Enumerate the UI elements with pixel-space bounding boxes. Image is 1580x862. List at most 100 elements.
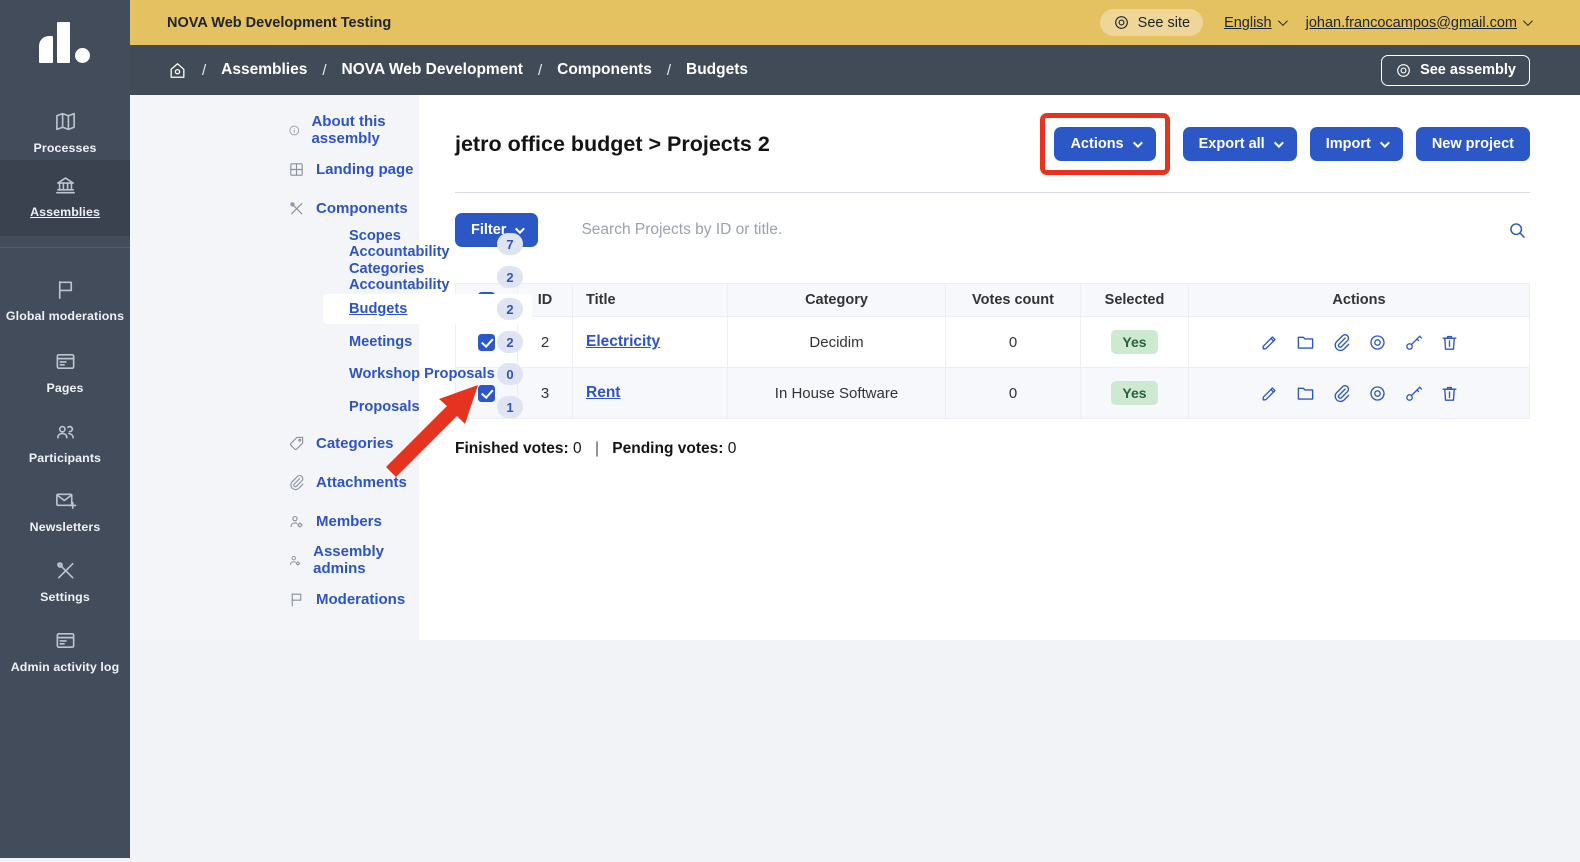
eye-icon (1113, 14, 1130, 31)
actions-label: Actions (1070, 136, 1123, 152)
attachment-icon[interactable] (1332, 333, 1351, 352)
menu-item-label: Proposals (349, 399, 420, 415)
sidebar-item-global-moderations[interactable]: Global moderations (0, 268, 130, 334)
selected-badge: Yes (1111, 330, 1157, 354)
new-project-button[interactable]: New project (1416, 127, 1530, 161)
header-actions: Actions (1189, 284, 1530, 317)
sidebar-item-admin-activity-log[interactable]: Admin activity log (0, 619, 130, 685)
row-votes-count: 0 (946, 368, 1081, 419)
search-icon (1507, 220, 1528, 241)
attachment-icon[interactable] (1332, 384, 1351, 403)
user-gear-icon (288, 513, 305, 530)
votes-summary: Finished votes: 0 | Pending votes: 0 (455, 440, 1530, 458)
divider (455, 192, 1530, 193)
menu-item-components[interactable]: Components (288, 195, 408, 221)
breadcrumb-item-assembly[interactable]: NOVA Web Development (342, 61, 523, 79)
home-icon (168, 61, 187, 80)
menu-item-workshop-proposals[interactable]: Workshop Proposals 0 (323, 359, 532, 389)
new-project-label: New project (1432, 136, 1514, 152)
breadcrumb-item-budgets[interactable]: Budgets (686, 61, 748, 79)
breadcrumb-separator: / (322, 62, 326, 79)
finished-votes-value: 0 (573, 440, 582, 457)
table-row: 3 Rent In House Software 0 Yes (456, 368, 1530, 419)
delete-icon[interactable] (1440, 333, 1459, 352)
table-header-row: ID Title Category Votes count Selected A… (456, 284, 1530, 317)
edit-icon[interactable] (1260, 384, 1279, 403)
sidebar-item-label: Admin activity log (2, 661, 128, 675)
count-badge: 0 (497, 363, 523, 385)
menu-item-about-assembly[interactable]: About this assembly (288, 117, 419, 143)
menu-item-label: Assembly admins (313, 543, 419, 577)
user-menu-dropdown[interactable]: johan.francocampos@gmail.com (1306, 15, 1530, 31)
menu-item-scopes-accountability[interactable]: Scopes Accountability 7 (323, 229, 532, 259)
project-link[interactable]: Electricity (586, 333, 660, 350)
finished-votes-label: Finished votes: (455, 440, 569, 457)
sidebar-item-label: Global moderations (2, 310, 128, 324)
page-title: jetro office budget > Projects 2 (455, 132, 770, 157)
preview-icon[interactable] (1368, 333, 1387, 352)
breadcrumb-item-components[interactable]: Components (557, 61, 652, 79)
sidebar-item-label: Pages (2, 382, 128, 396)
chevron-down-icon (1278, 16, 1288, 26)
folder-icon[interactable] (1296, 333, 1315, 352)
breadcrumb-item-assemblies[interactable]: Assemblies (221, 61, 307, 79)
menu-item-members[interactable]: Members (288, 508, 382, 534)
see-site-link[interactable]: See site (1100, 9, 1203, 36)
actions-button[interactable]: Actions (1054, 127, 1155, 161)
menu-item-moderations[interactable]: Moderations (288, 586, 405, 612)
sidebar-item-label: Participants (2, 452, 128, 466)
menu-item-assembly-admins[interactable]: Assembly admins (288, 547, 419, 573)
sidebar-item-settings[interactable]: Settings (0, 549, 130, 615)
breadcrumb: / Assemblies / NOVA Web Development / Co… (130, 45, 1580, 95)
sidebar-item-processes[interactable]: Processes (0, 100, 130, 166)
header-selected: Selected (1081, 284, 1189, 317)
chevron-down-icon (1274, 138, 1284, 148)
grid-icon (288, 161, 305, 178)
export-all-button[interactable]: Export all (1183, 127, 1297, 161)
sidebar-divider (0, 247, 130, 248)
delete-icon[interactable] (1440, 384, 1459, 403)
sidebar-item-participants[interactable]: Participants (0, 410, 130, 476)
edit-icon[interactable] (1260, 333, 1279, 352)
menu-item-label: Categories (316, 435, 394, 452)
menu-item-meetings[interactable]: Meetings 2 (323, 327, 532, 357)
breadcrumb-separator: / (667, 62, 671, 79)
header-category: Category (728, 284, 946, 317)
import-button[interactable]: Import (1310, 127, 1403, 161)
table-row: 2 Electricity Decidim 0 Yes (456, 317, 1530, 368)
search-button[interactable] (1505, 218, 1530, 243)
project-link[interactable]: Rent (586, 384, 620, 401)
menu-item-label: Meetings (349, 334, 412, 350)
see-assembly-button[interactable]: See assembly (1381, 55, 1530, 86)
breadcrumb-home[interactable] (168, 61, 187, 80)
menu-item-label: Scopes Accountability (349, 228, 497, 260)
chevron-down-icon (1523, 16, 1533, 26)
row-category: Decidim (728, 317, 946, 368)
user-email: johan.francocampos@gmail.com (1306, 15, 1517, 31)
menu-item-attachments[interactable]: Attachments (288, 469, 407, 495)
sidebar-item-pages[interactable]: Pages (0, 340, 130, 406)
sidebar-item-label: Newsletters (2, 521, 128, 535)
projects-table: ID Title Category Votes count Selected A… (455, 283, 1530, 419)
row-votes-count: 0 (946, 317, 1081, 368)
folder-icon[interactable] (1296, 384, 1315, 403)
language-dropdown[interactable]: English (1224, 15, 1285, 31)
menu-item-budgets[interactable]: Budgets 2 (323, 294, 532, 324)
menu-item-label: Landing page (316, 161, 414, 178)
sidebar-item-newsletters[interactable]: Newsletters (0, 479, 130, 545)
people-icon (54, 420, 77, 443)
language-label: English (1224, 15, 1272, 31)
preview-icon[interactable] (1368, 384, 1387, 403)
menu-item-categories-accountability[interactable]: Categories Accountability 2 (323, 262, 532, 292)
sidebar-item-label: Settings (2, 591, 128, 605)
sidebar-item-assemblies[interactable]: Assemblies (0, 160, 130, 236)
menu-item-label: Budgets (349, 301, 407, 317)
map-icon (54, 110, 77, 133)
permissions-icon[interactable] (1404, 333, 1423, 352)
permissions-icon[interactable] (1404, 384, 1423, 403)
menu-item-proposals[interactable]: Proposals 1 (323, 392, 532, 422)
menu-item-landing-page[interactable]: Landing page (288, 156, 414, 182)
search-input[interactable] (581, 221, 1485, 239)
menu-item-categories[interactable]: Categories (288, 430, 394, 456)
summary-separator: | (595, 440, 599, 457)
